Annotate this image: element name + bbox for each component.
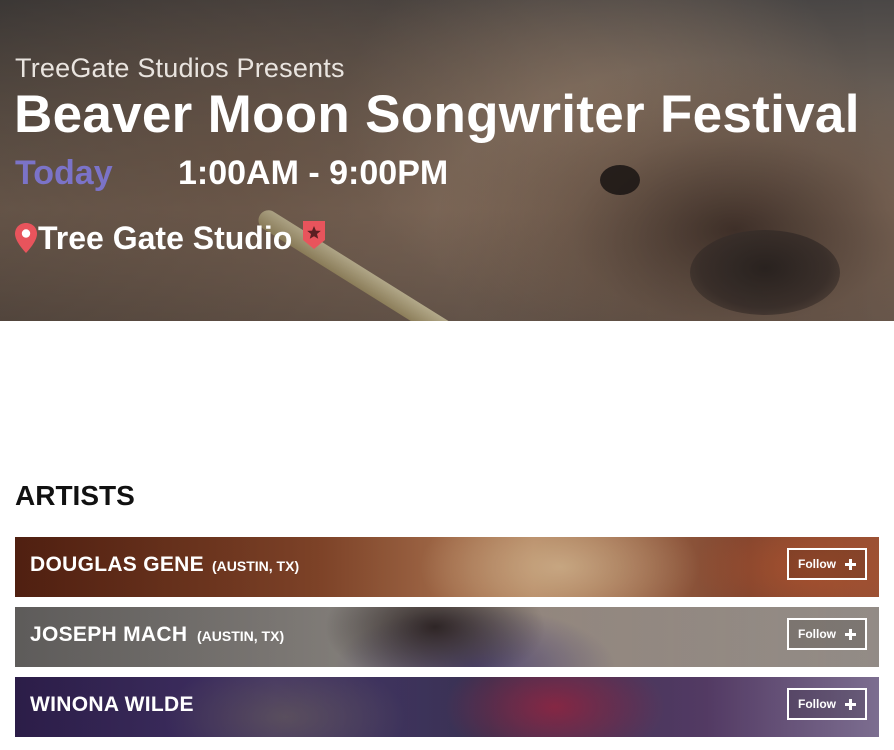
follow-button[interactable]: Follow <box>787 618 867 650</box>
event-date: Today <box>15 154 113 192</box>
plus-icon <box>845 628 856 640</box>
event-title: Beaver Moon Songwriter Festival <box>14 85 860 144</box>
map-pin-icon <box>15 223 37 253</box>
follow-label: Follow <box>798 697 836 711</box>
event-time-range: 1:00AM - 9:00PM <box>178 154 449 192</box>
artist-card[interactable]: JOSEPH MACH (AUSTIN, TX) Follow <box>15 607 879 667</box>
artist-name[interactable]: WINONA WILDE <box>30 693 194 717</box>
venue-name[interactable]: Tree Gate Studio <box>38 220 292 257</box>
artist-card[interactable]: WINONA WILDE Follow <box>15 677 879 737</box>
follow-button[interactable]: Follow <box>787 548 867 580</box>
plus-icon <box>845 558 856 570</box>
plus-icon <box>845 698 856 710</box>
follow-button[interactable]: Follow <box>787 688 867 720</box>
follow-label: Follow <box>798 557 836 571</box>
artist-name[interactable]: JOSEPH MACH <box>30 623 187 647</box>
artists-heading: ARTISTS <box>15 480 135 511</box>
event-hero: TreeGate Studios Presents Beaver Moon So… <box>0 0 894 321</box>
artist-card[interactable]: DOUGLAS GENE (AUSTIN, TX) Follow <box>15 537 879 597</box>
event-location[interactable]: Tree Gate Studio <box>14 218 325 258</box>
star-badge-icon[interactable] <box>302 220 326 250</box>
artist-name[interactable]: DOUGLAS GENE <box>30 553 204 577</box>
artist-location: (AUSTIN, TX) <box>212 558 300 574</box>
event-presenter: TreeGate Studios Presents <box>15 53 345 83</box>
artist-location: (AUSTIN, TX) <box>197 628 285 644</box>
follow-label: Follow <box>798 627 836 641</box>
